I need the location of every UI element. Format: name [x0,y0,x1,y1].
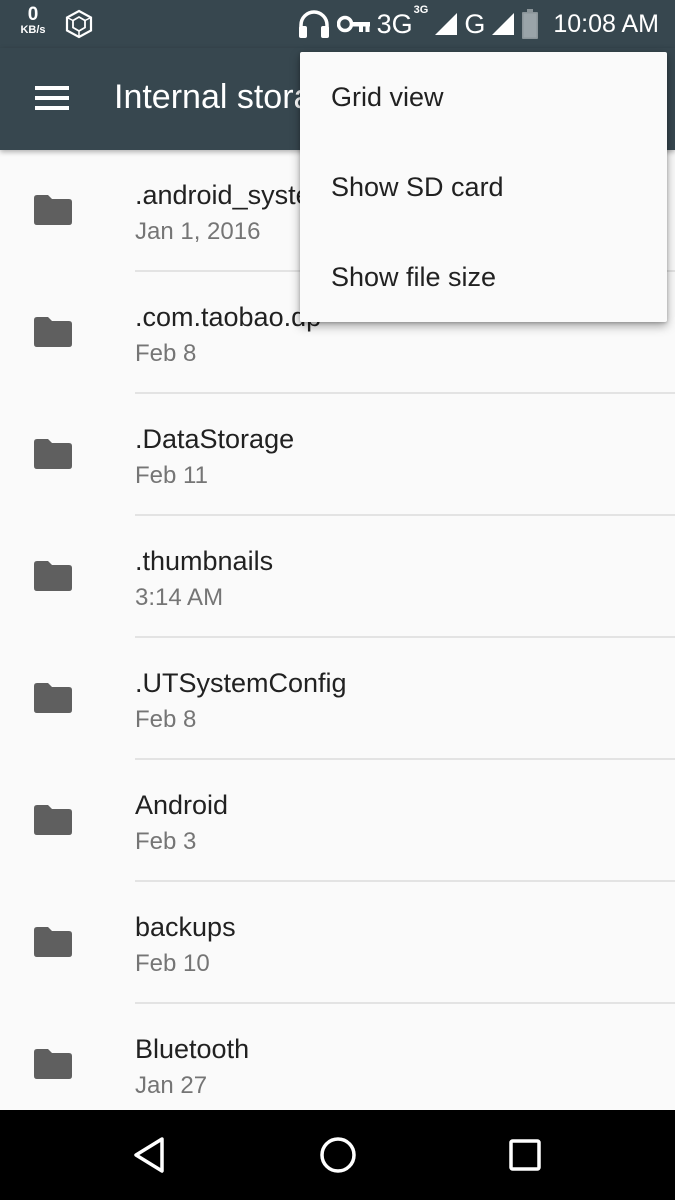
file-name: backups [135,912,236,942]
vpn-key-icon [336,15,370,33]
folder-icon [34,317,72,347]
navigation-bar [0,1110,675,1200]
signal-icon [435,13,458,35]
file-name: .com.taobao.dp [135,302,322,332]
list-item[interactable]: .DataStorage Feb 11 [0,394,675,516]
menu-bar-line [35,96,69,100]
file-date: Jan 1, 2016 [135,218,261,245]
network-speed-unit: KB/s [20,24,46,36]
file-date: Feb 10 [135,950,210,977]
menu-item-show-file-size[interactable]: Show file size [300,232,667,322]
status-icons: 3G3G G 10:08 AM [297,0,659,48]
hamburger-menu-icon[interactable] [20,76,69,124]
network-3g-superscript: 3G [413,3,429,16]
file-date: 3:14 AM [135,584,224,611]
folder-icon [34,1049,72,1079]
back-icon[interactable] [130,1135,170,1175]
network-speed-indicator: 0 KB/s [14,5,52,36]
cube-icon [65,9,93,39]
recent-apps-icon[interactable] [505,1135,545,1175]
file-date: Jan 27 [135,1072,208,1099]
folder-icon [34,439,72,469]
file-name: Bluetooth [135,1034,250,1064]
list-item[interactable]: Bluetooth Jan 27 [0,1004,675,1110]
file-name: .DataStorage [135,424,295,454]
signal-icon [492,13,515,35]
folder-icon [34,683,72,713]
folder-icon [34,805,72,835]
folder-icon [34,195,72,225]
network-speed-value: 0 [27,4,39,25]
file-name: Android [135,790,229,820]
file-date: Feb 8 [135,706,197,733]
folder-icon [34,927,72,957]
file-date: Feb 8 [135,340,197,367]
battery-icon [522,9,539,39]
network-g-label: G [464,8,486,39]
status-clock: 10:08 AM [553,9,659,38]
network-3g-text: 3G [376,8,413,39]
list-item[interactable]: .thumbnails 3:14 AM [0,516,675,638]
menu-item-grid-view[interactable]: Grid view [300,52,667,142]
file-name: .thumbnails [135,546,274,576]
menu-bar-line [35,106,69,110]
list-item[interactable]: Android Feb 3 [0,760,675,882]
list-item[interactable]: backups Feb 10 [0,882,675,1004]
menu-item-show-sd-card[interactable]: Show SD card [300,142,667,232]
list-item[interactable]: .UTSystemConfig Feb 8 [0,638,675,760]
menu-bar-line [35,86,69,90]
file-date: Feb 3 [135,828,197,855]
network-3g-label: 3G3G [376,4,429,39]
folder-icon [34,561,72,591]
home-icon[interactable] [318,1135,358,1175]
screen: 0 KB/s 3G3G G 10:08 AM Internal storage … [0,0,675,1200]
overflow-popup-menu: Grid view Show SD card Show file size [300,52,667,322]
file-name: .UTSystemConfig [135,668,347,698]
file-date: Feb 11 [135,462,208,489]
headset-icon [298,10,329,38]
status-bar: 0 KB/s 3G3G G 10:08 AM [0,0,675,48]
